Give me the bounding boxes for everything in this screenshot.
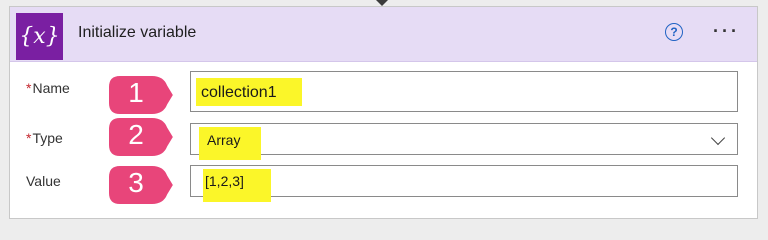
required-marker: * [26,130,32,146]
callout-number: 2 [128,119,144,150]
type-dropdown[interactable]: Array [190,123,738,160]
value-label: Value [26,173,61,189]
value-value: [1,2,3] [205,173,244,189]
name-label: *Name [26,80,70,96]
callout-2: 2 [106,115,174,159]
type-value: Array [207,132,241,148]
callout-number: 3 [128,167,144,198]
callout-1: 1 [106,73,174,117]
variable-icon-glyph: {x} [19,24,60,49]
chevron-down-icon[interactable] [710,130,726,146]
action-title: Initialize variable [78,24,197,41]
callout-3: 3 [106,163,174,207]
help-icon[interactable]: ? [665,23,683,41]
name-value: collection1 [201,84,277,101]
name-label-text: Name [32,80,70,96]
value-label-text: Value [26,173,61,189]
more-options-icon[interactable]: ··· [713,22,740,40]
callout-number: 1 [128,77,144,108]
required-marker: * [26,80,32,96]
action-header[interactable]: {x} Initialize variable ? ··· [10,7,757,62]
help-icon-glyph: ? [670,25,678,39]
name-input[interactable]: collection1 [190,71,738,112]
type-label-text: Type [32,130,63,146]
variable-icon: {x} [16,13,63,60]
type-label: *Type [26,130,63,146]
value-input[interactable]: [1,2,3] [190,165,738,202]
action-card: {x} Initialize variable ? ··· *Name coll… [9,6,758,219]
